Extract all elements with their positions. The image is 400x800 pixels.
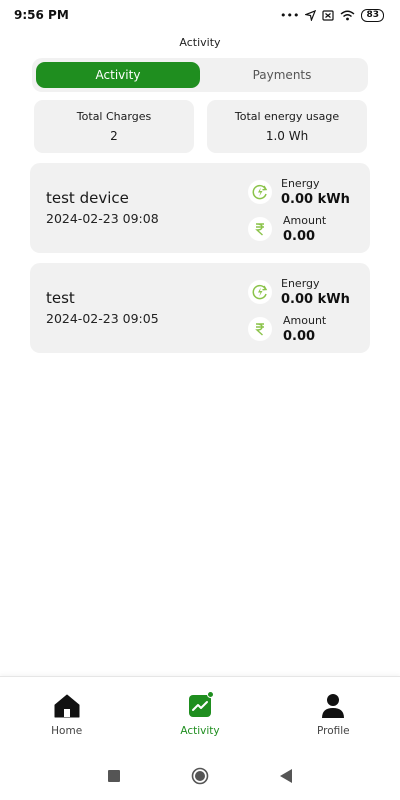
amount-metric: Amount 0.00 [248,214,326,244]
status-time: 9:56 PM [14,8,69,22]
activity-card[interactable]: test 2024-02-23 09:05 Energy 0.00 kWh Am… [30,263,370,353]
activity-date: 2024-02-23 09:08 [46,211,159,226]
energy-label: Energy [281,277,320,290]
nav-profile-label: Profile [316,724,350,737]
total-charges-card: Total Charges 2 [34,100,194,153]
status-icons: ••• 83 [280,8,384,22]
tab-activity[interactable]: Activity [36,62,200,88]
total-charges-label: Total Charges [76,110,152,123]
summary-row: Total Charges 2 Total energy usage 1.0 W… [34,100,367,153]
nav-home[interactable]: Home [17,693,117,737]
activity-date: 2024-02-23 09:05 [46,311,159,326]
amount-value: 0.00 [283,229,316,244]
energy-usage-value: 1.0 Wh [265,129,309,143]
amount-value: 0.00 [283,329,316,344]
home-icon [54,693,80,719]
recent-apps-button[interactable] [105,767,123,785]
rupee-icon [248,217,272,241]
notification-dot [206,690,214,698]
tab-switcher: Activity Payments [32,58,368,92]
nav-home-label: Home [51,724,83,737]
tab-payments[interactable]: Payments [200,62,364,88]
amount-label: Amount [283,314,327,327]
activity-device-name: test [46,289,75,307]
home-system-button[interactable] [191,767,209,785]
page-title: Activity [179,36,221,49]
sim-off-icon [322,9,335,21]
activity-card[interactable]: test device 2024-02-23 09:08 Energy 0.00… [30,163,370,253]
system-nav-bar [0,752,400,800]
location-icon [305,9,317,21]
energy-value: 0.00 kWh [281,292,350,307]
back-triangle-icon [280,769,292,783]
circle-icon [191,767,209,785]
square-icon [108,770,120,782]
energy-cycle-icon [248,280,272,304]
rupee-icon [248,317,272,341]
total-charges-value: 2 [110,129,118,143]
wifi-icon [341,10,355,20]
nav-profile[interactable]: Profile [283,693,383,737]
energy-usage-card: Total energy usage 1.0 Wh [207,100,367,153]
activity-chart-icon [187,690,214,719]
nav-activity[interactable]: Activity [150,690,250,737]
battery-indicator: 83 [361,8,384,22]
amount-metric: Amount 0.00 [248,314,326,344]
more-dots-icon: ••• [280,8,300,22]
energy-metric: Energy 0.00 kWh [248,277,350,307]
bottom-nav: Home Activity Profile [0,676,400,752]
energy-label: Energy [281,177,320,190]
back-button[interactable] [277,767,295,785]
status-bar: 9:56 PM ••• 83 [0,0,400,30]
activity-list: test device 2024-02-23 09:08 Energy 0.00… [30,163,370,363]
energy-value: 0.00 kWh [281,192,350,207]
energy-usage-label: Total energy usage [234,110,340,123]
nav-activity-label: Activity [180,724,220,737]
activity-device-name: test device [46,189,129,207]
energy-cycle-icon [248,180,272,204]
energy-metric: Energy 0.00 kWh [248,177,350,207]
amount-label: Amount [283,214,327,227]
profile-icon [320,693,346,719]
